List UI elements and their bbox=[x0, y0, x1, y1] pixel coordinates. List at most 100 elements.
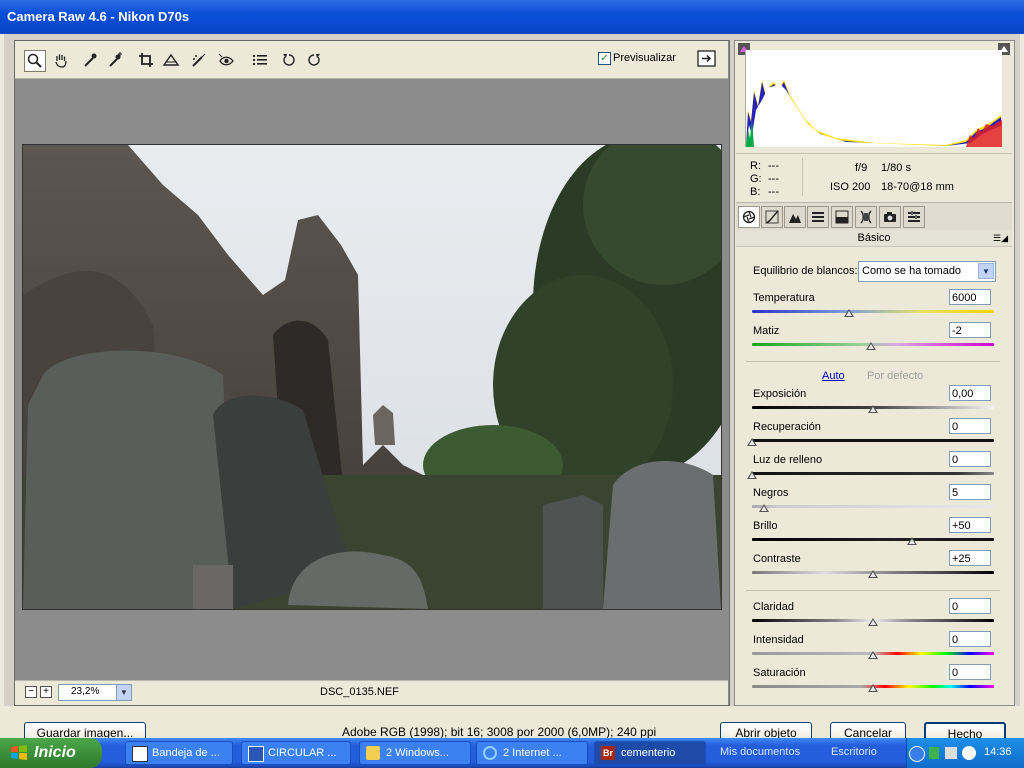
tone-curve-tab-icon[interactable] bbox=[761, 206, 783, 228]
zoom-in-button[interactable]: + bbox=[40, 686, 52, 698]
saturation-field[interactable]: 0 bbox=[949, 664, 991, 680]
saturation-label: Saturación bbox=[753, 667, 806, 679]
iso-value: ISO 200 bbox=[830, 181, 871, 193]
temperature-label: Temperatura bbox=[753, 292, 815, 304]
recovery-slider-thumb[interactable] bbox=[747, 438, 757, 446]
g-label: G: bbox=[750, 173, 762, 185]
basic-tab-icon[interactable] bbox=[738, 206, 760, 228]
crop-tool-icon[interactable] bbox=[136, 50, 156, 70]
rotate-right-icon[interactable] bbox=[304, 50, 324, 70]
rotate-left-icon[interactable] bbox=[279, 50, 299, 70]
detail-tab-icon[interactable] bbox=[784, 206, 806, 228]
hsl-tab-icon[interactable] bbox=[807, 206, 829, 228]
title-bar: Camera Raw 4.6 - Nikon D70s bbox=[0, 0, 1024, 34]
preferences-icon[interactable] bbox=[250, 50, 270, 70]
white-balance-value: Como se ha tomado bbox=[862, 265, 962, 277]
lens-corrections-tab-icon[interactable] bbox=[855, 206, 877, 228]
contrast-field[interactable]: +25 bbox=[949, 550, 991, 566]
taskbar-item-bridge[interactable]: Br cementerio bbox=[594, 741, 706, 765]
brightness-field[interactable]: +50 bbox=[949, 517, 991, 533]
taskbar-item-label: 2 Windows... bbox=[386, 747, 449, 759]
panel-menu-icon[interactable]: ☰◢ bbox=[993, 230, 1008, 246]
fill-light-label: Luz de relleno bbox=[753, 454, 823, 466]
taskbar-item-windows-explorer[interactable]: 2 Windows... bbox=[359, 741, 471, 765]
camera-calibration-tab-icon[interactable] bbox=[879, 206, 901, 228]
info-divider bbox=[802, 158, 803, 196]
preview-label: Previsualizar bbox=[613, 52, 676, 64]
blacks-slider-thumb[interactable] bbox=[759, 504, 770, 512]
recovery-field[interactable]: 0 bbox=[949, 418, 991, 434]
system-tray: 14:36 bbox=[906, 738, 1024, 768]
default-link[interactable]: Por defecto bbox=[867, 370, 923, 382]
temperature-field[interactable]: 6000 bbox=[949, 289, 991, 305]
filename-label: DSC_0135.NEF bbox=[320, 686, 399, 698]
preview-status-bar: − + 23,2% ▼ DSC_0135.NEF bbox=[15, 680, 728, 705]
fill-light-slider-thumb[interactable] bbox=[747, 471, 757, 479]
blacks-label: Negros bbox=[753, 487, 789, 499]
taskbar-item-word[interactable]: CIRCULAR ... bbox=[241, 741, 351, 765]
red-eye-tool-icon[interactable] bbox=[216, 50, 236, 70]
hand-tool-icon[interactable] bbox=[51, 50, 71, 70]
retouch-tool-icon[interactable] bbox=[189, 50, 209, 70]
exposure-label: Exposición bbox=[753, 388, 807, 400]
brightness-label: Brillo bbox=[753, 520, 778, 532]
taskbar-item-label: cementerio bbox=[621, 747, 676, 759]
color-sampler-tool-icon[interactable] bbox=[105, 50, 125, 70]
brightness-slider-track[interactable] bbox=[752, 538, 994, 541]
bridge-icon: Br bbox=[601, 746, 615, 760]
tint-slider-thumb[interactable] bbox=[865, 342, 876, 350]
straighten-tool-icon[interactable] bbox=[161, 50, 181, 70]
vibrance-slider-thumb[interactable] bbox=[868, 651, 878, 659]
recovery-slider-track[interactable] bbox=[752, 439, 994, 442]
tint-field[interactable]: -2 bbox=[949, 322, 991, 338]
photo-preview[interactable] bbox=[22, 144, 722, 610]
desktop-link[interactable]: Escritorio bbox=[831, 746, 877, 758]
pixel-info-panel: R: --- G: --- B: --- f/9 1/80 s ISO 200 … bbox=[736, 153, 1012, 202]
zoom-tool-icon[interactable] bbox=[24, 50, 46, 72]
clarity-label: Claridad bbox=[753, 601, 794, 613]
white-balance-tool-icon[interactable] bbox=[80, 50, 100, 70]
taskbar-item-internet-explorer[interactable]: 2 Internet ... bbox=[476, 741, 588, 765]
shutter-value: 1/80 s bbox=[881, 162, 911, 174]
taskbar-item-label: Bandeja de ... bbox=[152, 747, 220, 759]
clarity-slider-thumb[interactable] bbox=[868, 618, 878, 626]
preview-checkbox[interactable]: ✓ bbox=[598, 52, 611, 65]
fill-light-field[interactable]: 0 bbox=[949, 451, 991, 467]
monitor-icon[interactable] bbox=[945, 747, 957, 759]
temperature-slider-track[interactable] bbox=[752, 310, 994, 313]
auto-link[interactable]: Auto bbox=[822, 370, 845, 382]
taskbar-item-label: CIRCULAR ... bbox=[268, 747, 337, 759]
show-hidden-icons-icon[interactable] bbox=[909, 746, 925, 762]
blacks-slider-track[interactable] bbox=[752, 505, 994, 508]
photo-image bbox=[23, 145, 721, 609]
exposure-field[interactable]: 0,00 bbox=[949, 385, 991, 401]
internet-explorer-icon bbox=[483, 746, 497, 760]
exposure-slider-thumb[interactable] bbox=[868, 405, 878, 413]
fullscreen-icon[interactable] bbox=[697, 50, 717, 68]
brightness-slider-thumb[interactable] bbox=[906, 537, 917, 545]
lens-value: 18-70@18 mm bbox=[881, 181, 954, 193]
fill-light-slider-track[interactable] bbox=[752, 472, 994, 475]
presets-tab-icon[interactable] bbox=[903, 206, 925, 228]
my-documents-link[interactable]: Mis documentos bbox=[720, 746, 800, 758]
divider bbox=[746, 361, 1000, 362]
saturation-slider-thumb[interactable] bbox=[868, 684, 878, 692]
toolbar: ✓ Previsualizar bbox=[15, 41, 728, 79]
white-balance-select[interactable]: Como se ha tomado ▼ bbox=[858, 261, 996, 282]
clarity-field[interactable]: 0 bbox=[949, 598, 991, 614]
chevron-down-icon: ▼ bbox=[978, 263, 994, 279]
zoom-out-button[interactable]: − bbox=[25, 686, 37, 698]
split-toning-tab-icon[interactable] bbox=[831, 206, 853, 228]
temperature-slider-thumb[interactable] bbox=[843, 309, 854, 317]
start-button[interactable]: Inicio bbox=[0, 738, 102, 768]
taskbar-item-outlook[interactable]: Bandeja de ... bbox=[125, 741, 233, 765]
r-label: R: bbox=[750, 160, 761, 172]
workflow-options-link[interactable]: Adobe RGB (1998); bit 16; 3008 por 2000 … bbox=[342, 725, 656, 739]
contrast-slider-thumb[interactable] bbox=[868, 570, 878, 578]
zoom-select[interactable]: 23,2% ▼ bbox=[58, 684, 132, 701]
blacks-field[interactable]: 5 bbox=[949, 484, 991, 500]
clock: 14:36 bbox=[984, 746, 1012, 758]
messenger-icon[interactable] bbox=[962, 746, 976, 760]
vibrance-field[interactable]: 0 bbox=[949, 631, 991, 647]
network-icon[interactable] bbox=[929, 747, 939, 759]
